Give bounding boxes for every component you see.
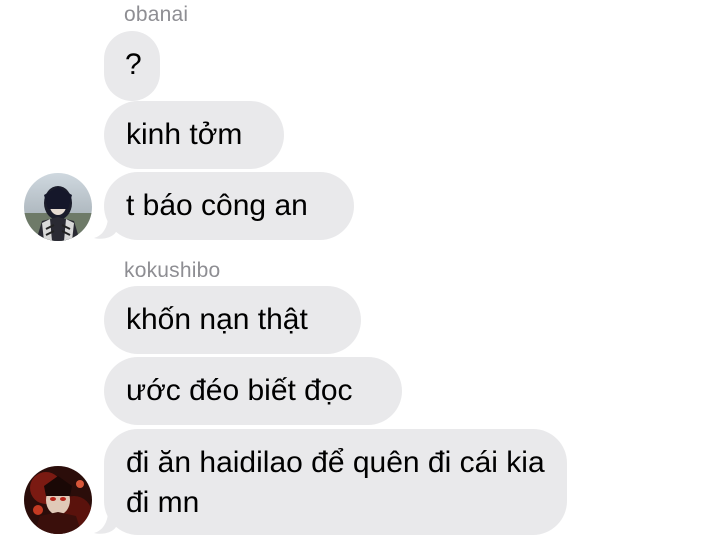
message-text: t báo công an (126, 189, 308, 222)
obanai-avatar-icon[interactable] (24, 173, 92, 241)
message-bubble[interactable]: ước đéo biết đọc (104, 357, 402, 425)
message-text: ước đéo biết đọc (126, 374, 353, 407)
message-text: khốn nạn thật (126, 303, 308, 336)
message-text: kinh tởm (126, 118, 243, 151)
message-bubble[interactable]: khốn nạn thật (104, 286, 361, 354)
message-text: đi ăn haidilao để quên đi cái kia đi mn (126, 446, 545, 519)
message-bubble[interactable]: ? (104, 31, 160, 101)
sender-name-kokushibo: kokushibo (124, 259, 221, 282)
sender-name-obanai: obanai (124, 3, 189, 26)
bubble-tail-icon (94, 511, 116, 534)
kokushibo-avatar-icon[interactable] (24, 466, 92, 534)
bubble-tail-icon (94, 216, 116, 239)
message-text: ? (125, 48, 142, 81)
message-bubble[interactable]: t báo công an (104, 172, 354, 240)
message-bubble[interactable]: kinh tởm (104, 101, 284, 169)
message-bubble[interactable]: đi ăn haidilao để quên đi cái kia đi mn (104, 429, 567, 535)
